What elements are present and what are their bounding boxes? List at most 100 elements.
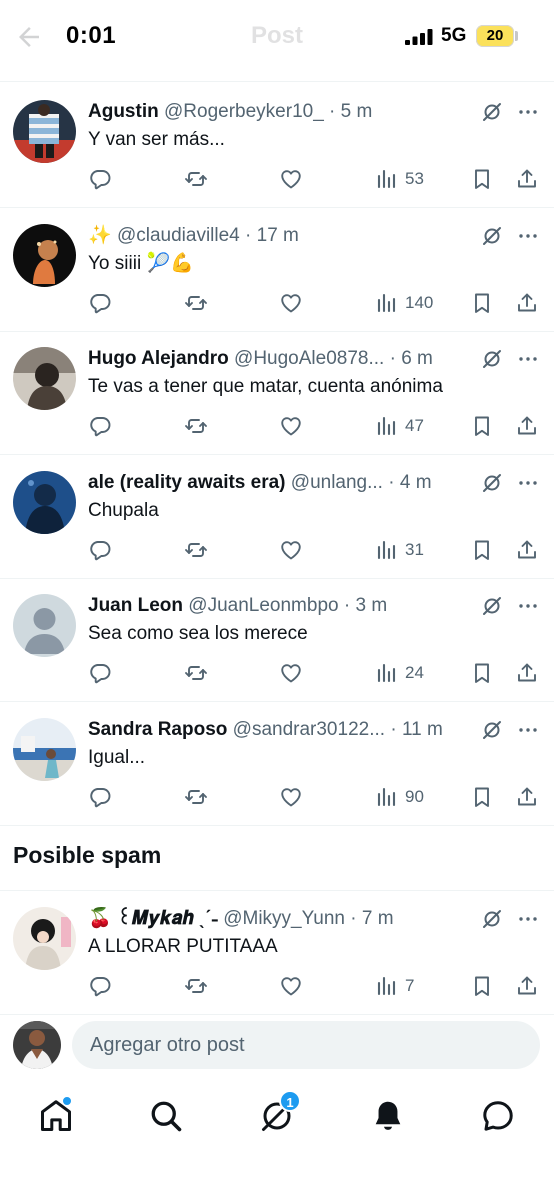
more-icon[interactable] <box>516 347 540 371</box>
grok-icon[interactable] <box>480 347 504 371</box>
avatar[interactable] <box>13 100 76 163</box>
share-button[interactable] <box>515 410 541 442</box>
more-icon[interactable] <box>516 100 540 124</box>
like-button[interactable] <box>279 163 305 195</box>
reply-button[interactable] <box>88 970 114 1002</box>
reply-row[interactable]: Agustin @Rogerbeyker10_ · 5 m Y van ser m… <box>0 84 554 208</box>
timestamp[interactable]: 6 m <box>401 348 433 369</box>
reply-row[interactable]: Hugo Alejandro @HugoAle0878... · 6 m Te v… <box>0 331 554 455</box>
handle[interactable]: @Mikyy_Yunn <box>223 908 345 929</box>
repost-button[interactable] <box>184 410 210 442</box>
grok-icon[interactable] <box>480 907 504 931</box>
more-icon[interactable] <box>516 718 540 742</box>
share-button[interactable] <box>515 534 541 566</box>
views-button[interactable]: 47 <box>375 410 455 442</box>
timestamp[interactable]: 4 m <box>400 472 432 493</box>
like-button[interactable] <box>279 657 305 689</box>
handle[interactable]: @JuanLeonmbpo <box>188 595 338 616</box>
display-name[interactable]: 🍒 ꒰𝑴𝒚𝒌𝒂𝒉 ˎˊ˗ <box>88 908 218 929</box>
views-button[interactable]: 53 <box>375 163 455 195</box>
repost-button[interactable] <box>184 534 210 566</box>
repost-button[interactable] <box>184 657 210 689</box>
handle[interactable]: @Rogerbeyker10_ <box>164 101 324 122</box>
bookmark-button[interactable] <box>470 410 496 442</box>
views-button[interactable]: 90 <box>375 781 455 813</box>
bookmark-button[interactable] <box>470 534 496 566</box>
like-button[interactable] <box>279 534 305 566</box>
repost-button[interactable] <box>184 163 210 195</box>
grok-badge: 1 <box>279 1090 301 1112</box>
reply-row[interactable]: 🍒 ꒰𝑴𝒚𝒌𝒂𝒉 ˎˊ˗ @Mikyy_Yunn · 7 m A LLORAR P… <box>0 891 554 1015</box>
timestamp[interactable]: 3 m <box>355 595 387 616</box>
like-button[interactable] <box>279 781 305 813</box>
avatar[interactable] <box>13 594 76 657</box>
handle[interactable]: @HugoAle0878... <box>234 348 384 369</box>
views-button[interactable]: 31 <box>375 534 455 566</box>
nav-home[interactable] <box>38 1096 74 1134</box>
nav-search[interactable] <box>148 1098 184 1134</box>
share-button[interactable] <box>515 287 541 319</box>
grok-icon[interactable] <box>480 100 504 124</box>
avatar[interactable] <box>13 717 76 781</box>
display-name[interactable]: Juan Leon <box>88 595 183 616</box>
reply-input[interactable] <box>72 1021 540 1069</box>
more-icon[interactable] <box>516 907 540 931</box>
avatar[interactable] <box>13 347 76 410</box>
share-button[interactable] <box>515 163 541 195</box>
my-avatar[interactable] <box>13 1021 61 1069</box>
bookmark-button[interactable] <box>470 657 496 689</box>
handle[interactable]: @sandrar30122... <box>233 719 385 740</box>
repost-button[interactable] <box>184 970 210 1002</box>
like-button[interactable] <box>279 287 305 319</box>
share-button[interactable] <box>515 781 541 813</box>
views-button[interactable]: 140 <box>375 287 455 319</box>
display-name[interactable]: Agustin <box>88 101 159 122</box>
avatar[interactable] <box>13 907 76 970</box>
reply-button[interactable] <box>88 410 114 442</box>
like-button[interactable] <box>279 970 305 1002</box>
reply-row[interactable]: ale (reality awaits era) @unlang... · 4 … <box>0 455 554 579</box>
display-name[interactable]: Sandra Raposo <box>88 719 227 740</box>
nav-messages[interactable] <box>480 1098 516 1134</box>
share-button[interactable] <box>515 970 541 1002</box>
reply-button[interactable] <box>88 534 114 566</box>
bookmark-button[interactable] <box>470 970 496 1002</box>
avatar[interactable] <box>13 223 76 287</box>
bookmark-button[interactable] <box>470 287 496 319</box>
handle[interactable]: @unlang... <box>291 472 383 493</box>
reply-row[interactable]: Juan Leon @JuanLeonmbpo · 3 m Sea como se… <box>0 578 554 702</box>
repost-button[interactable] <box>184 781 210 813</box>
timestamp[interactable]: 17 m <box>257 225 299 246</box>
nav-notifications[interactable] <box>370 1098 406 1134</box>
reply-button[interactable] <box>88 781 114 813</box>
reply-row[interactable]: ✨ @claudiaville4 · 17 m Yo siiii 🎾💪 140 <box>0 208 554 332</box>
display-name[interactable]: ale (reality awaits era) <box>88 472 286 493</box>
share-button[interactable] <box>515 657 541 689</box>
timestamp[interactable]: 5 m <box>341 101 373 122</box>
bookmark-button[interactable] <box>470 781 496 813</box>
repost-button[interactable] <box>184 287 210 319</box>
grok-icon[interactable] <box>480 471 504 495</box>
timestamp[interactable]: 7 m <box>362 908 394 929</box>
like-button[interactable] <box>279 410 305 442</box>
avatar[interactable] <box>13 470 76 534</box>
action-bar: 53 <box>0 163 554 195</box>
more-icon[interactable] <box>516 594 540 618</box>
bookmark-button[interactable] <box>470 163 496 195</box>
reply-button[interactable] <box>88 287 114 319</box>
reply-button[interactable] <box>88 657 114 689</box>
more-icon[interactable] <box>516 224 540 248</box>
more-icon[interactable] <box>516 471 540 495</box>
timestamp[interactable]: 11 m <box>402 719 443 740</box>
grok-icon[interactable] <box>480 594 504 618</box>
views-button[interactable]: 24 <box>375 657 455 689</box>
grok-icon[interactable] <box>480 718 504 742</box>
nav-grok[interactable]: 1 <box>259 1090 301 1134</box>
reply-button[interactable] <box>88 163 114 195</box>
display-name[interactable]: Hugo Alejandro <box>88 348 229 369</box>
views-button[interactable]: 7 <box>375 970 455 1002</box>
display-name[interactable]: ✨ <box>88 225 112 246</box>
reply-row[interactable]: Sandra Raposo @sandrar30122... · 11 m Igu… <box>0 702 554 826</box>
handle[interactable]: @claudiaville4 <box>117 225 240 246</box>
grok-icon[interactable] <box>480 224 504 248</box>
